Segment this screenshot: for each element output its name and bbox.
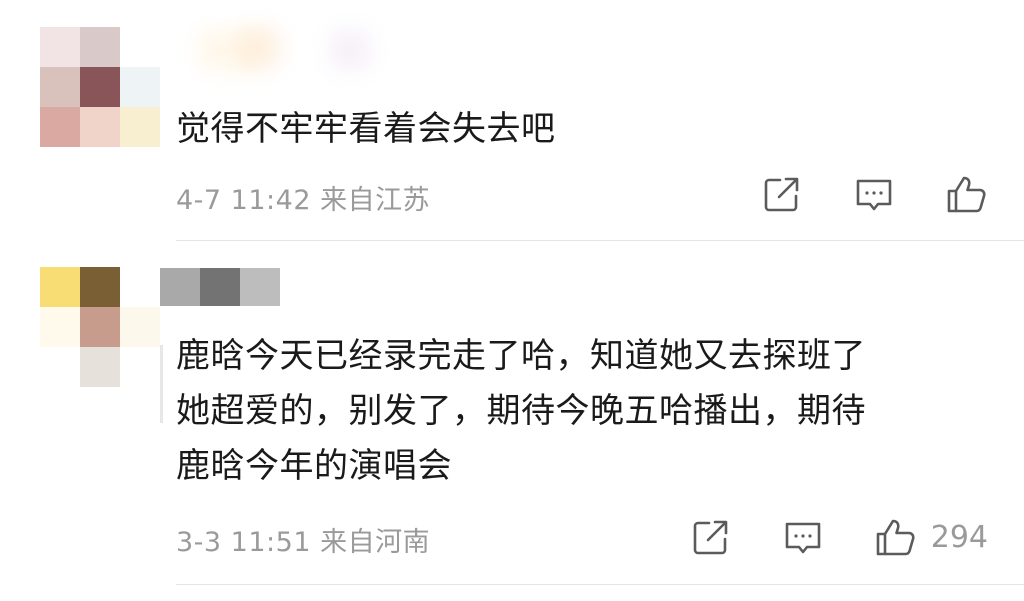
reply-button[interactable] bbox=[781, 515, 825, 559]
share-button[interactable] bbox=[760, 172, 804, 216]
avatar-pixel bbox=[40, 107, 80, 147]
quote-bar bbox=[160, 345, 163, 423]
thumbs-up-icon bbox=[876, 519, 915, 556]
avatar[interactable] bbox=[40, 27, 160, 147]
avatar-pixel bbox=[120, 107, 160, 147]
comment-item: 鹿晗今天已经录完走了哈，知道她又去探班了 她超爱的，别发了，期待今晚五哈播出，期… bbox=[0, 243, 1024, 586]
avatar-pixel bbox=[40, 67, 80, 107]
comment-text: 鹿晗今天已经录完走了哈，知道她又去探班了 她超爱的，别发了，期待今晚五哈播出，期… bbox=[176, 329, 866, 494]
comment-meta: 3-3 11:51 来自河南 bbox=[176, 520, 430, 559]
avatar[interactable] bbox=[40, 267, 160, 387]
thumbs-up-icon bbox=[947, 176, 986, 213]
name-pixel bbox=[160, 268, 200, 306]
avatar-pixel bbox=[40, 27, 80, 67]
comment-text: 觉得不牢牢看着会失去吧 bbox=[176, 102, 556, 157]
avatar-pixel bbox=[120, 67, 160, 107]
avatar-pixel bbox=[80, 107, 120, 147]
share-icon bbox=[764, 177, 799, 212]
comment-location: 来自江苏 bbox=[320, 185, 431, 216]
comment-location: 来自河南 bbox=[320, 527, 431, 558]
comment-text-line: 鹿晗今年的演唱会 bbox=[176, 446, 452, 486]
avatar-pixel bbox=[80, 307, 120, 347]
comment-actions bbox=[760, 172, 988, 216]
avatar-pixel bbox=[80, 27, 120, 67]
name-pixel bbox=[240, 268, 280, 306]
like-button[interactable]: 294 bbox=[873, 515, 988, 559]
avatar-pixel bbox=[80, 347, 120, 387]
avatar-pixel bbox=[120, 27, 160, 67]
avatar-pixel bbox=[120, 267, 160, 307]
share-button[interactable] bbox=[689, 515, 733, 559]
comment-date: 3-3 11:51 bbox=[176, 527, 311, 558]
comment-date: 4-7 11:42 bbox=[176, 185, 311, 216]
reply-button[interactable] bbox=[852, 172, 896, 216]
like-count: 294 bbox=[930, 519, 988, 555]
avatar-pixel bbox=[40, 347, 80, 387]
comment-icon bbox=[856, 179, 892, 211]
comment-actions: 294 bbox=[689, 515, 988, 559]
comment-item: 觉得不牢牢看着会失去吧 4-7 11:42 来自江苏 bbox=[0, 0, 1024, 242]
avatar-pixel bbox=[80, 267, 120, 307]
divider bbox=[176, 584, 1024, 585]
avatar-pixel bbox=[80, 67, 120, 107]
avatar-pixel bbox=[40, 267, 80, 307]
comment-icon bbox=[785, 522, 821, 554]
avatar-pixel bbox=[40, 307, 80, 347]
comment-text-line: 觉得不牢牢看着会失去吧 bbox=[176, 109, 556, 149]
like-button[interactable] bbox=[944, 172, 988, 216]
avatar-pixel bbox=[120, 347, 160, 387]
username-pixelated[interactable] bbox=[160, 268, 280, 306]
share-icon bbox=[693, 520, 728, 555]
avatar-pixel bbox=[120, 307, 160, 347]
name-pixel bbox=[200, 268, 240, 306]
comment-text-line: 她超爱的，别发了，期待今晚五哈播出，期待 bbox=[176, 391, 866, 431]
comment-text-line: 鹿晗今天已经录完走了哈，知道她又去探班了 bbox=[176, 336, 866, 376]
comment-meta: 4-7 11:42 来自江苏 bbox=[176, 178, 430, 217]
divider bbox=[176, 240, 1024, 241]
